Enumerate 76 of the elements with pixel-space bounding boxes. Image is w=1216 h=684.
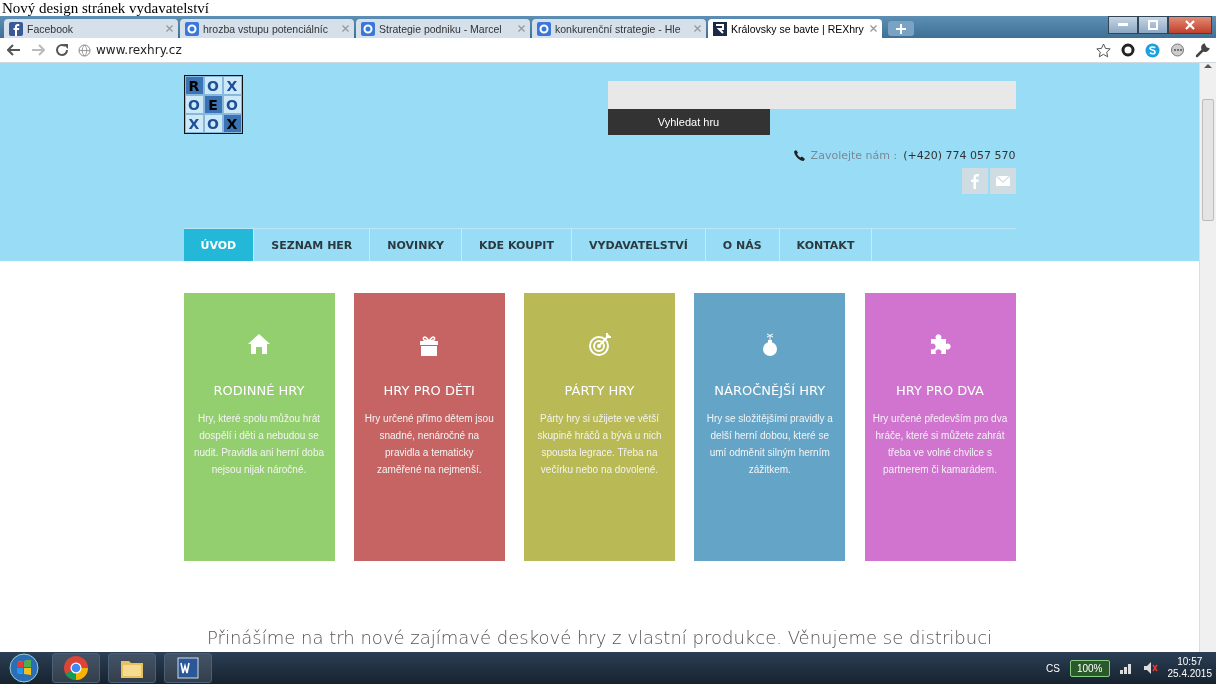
google-icon	[185, 21, 199, 36]
word-taskbar-button[interactable]	[164, 653, 212, 683]
address-bar[interactable]: www.rexhry.cz	[78, 40, 1088, 60]
house-icon	[246, 331, 272, 357]
maximize-button[interactable]	[1138, 16, 1168, 34]
search-field[interactable]	[607, 81, 1016, 109]
network-icon[interactable]	[1119, 662, 1134, 674]
site-icon	[713, 21, 727, 36]
facebook-icon	[970, 173, 979, 189]
nav-item[interactable]: O NÁS	[705, 229, 780, 261]
chat-bubble-icon[interactable]	[1170, 42, 1185, 58]
logo-tile[interactable]: R	[184, 76, 204, 95]
target-icon	[586, 331, 613, 357]
close-icon[interactable]	[870, 25, 877, 32]
envelope-icon	[995, 176, 1010, 186]
minimize-button[interactable]	[1108, 16, 1138, 34]
nav-item[interactable]: KONTAKT	[779, 229, 873, 261]
google-icon	[537, 21, 551, 36]
facebook-icon	[9, 21, 23, 36]
phone-number: (+420) 774 057 570	[903, 149, 1016, 162]
volume-icon[interactable]	[1143, 662, 1158, 674]
logo-tile[interactable]: X	[184, 114, 204, 133]
category-description: Hry se složitějšími pravidly a delší herní dobou, které se umí odměnit silným herním zážitkem.	[705, 412, 834, 477]
nav-item[interactable]: KDE KOUPIT	[461, 229, 572, 261]
category-description: Hry, které spolu můžou hrát dospělí i děti a nebudou se nudit. Pravidla ani herní doba nejsou nijak náročné.	[192, 412, 326, 477]
clock[interactable]: 10:57 25.4.2015	[1167, 656, 1212, 680]
search-button[interactable]: Vyhledat hru	[607, 109, 770, 135]
browser-tab[interactable]: hrozba vstupu potenciálníc	[180, 19, 354, 38]
tab-title: hrozba vstupu potenciálníc	[203, 22, 329, 35]
skype-icon[interactable]	[1145, 42, 1160, 58]
google-icon	[361, 21, 375, 36]
bookmark-star-icon[interactable]	[1096, 42, 1111, 58]
category-description: Párty hry si užijete ve větší skupině hráčů a bývá u nich spousta legrace. Třeba na večírku nebo na dovolené.	[536, 412, 663, 477]
globe-icon	[78, 43, 91, 57]
browser-tab[interactable]: Facebook	[4, 19, 178, 38]
browser-tab[interactable]: Královsky se bavte | REXhry	[708, 19, 882, 38]
category-description: Hry určené především pro dva hráče, které si můžete zahrát třeba ve volné chvilce s partnerem či kamarádem.	[872, 412, 1008, 477]
phone-icon	[793, 150, 805, 161]
wrench-icon[interactable]	[1195, 42, 1210, 58]
ring-icon[interactable]	[1121, 43, 1135, 57]
language-indicator[interactable]: CS	[1046, 662, 1060, 674]
folder-taskbar-button[interactable]	[108, 653, 156, 683]
reload-button[interactable]	[54, 42, 70, 58]
tab-title: Strategie podniku - Marcel	[379, 22, 503, 35]
browser-tab[interactable]: Strategie podniku - Marcel	[356, 19, 530, 38]
category-title: NÁROČNĚJŠÍ HRY	[714, 383, 826, 398]
chrome-icon	[63, 655, 89, 681]
category-title: HRY PRO DĚTI	[383, 383, 475, 398]
maximize-icon	[1148, 20, 1158, 30]
tab-title: konkurenční strategie - Hle	[555, 22, 682, 35]
new-tab-button[interactable]	[888, 21, 914, 36]
plus-icon	[896, 23, 906, 34]
category-title: HRY PRO DVA	[896, 383, 984, 398]
browser-tab[interactable]: konkurenční strategie - Hle	[532, 19, 706, 38]
close-button[interactable]	[1168, 16, 1212, 34]
back-button[interactable]	[6, 42, 22, 58]
logo-tile[interactable]: O	[184, 95, 204, 114]
windows-logo-icon	[9, 653, 39, 683]
intro-text: Přinášíme na trh nové zajímavé deskové hry z vlastní produkce. Věnujeme se distribuci	[205, 627, 994, 648]
chrome-taskbar-button[interactable]	[52, 653, 100, 683]
tab-title: Facebook	[27, 22, 75, 35]
nav-item[interactable]: NOVINKY	[370, 229, 462, 261]
category-title: RODINNÉ HRY	[213, 383, 305, 398]
nav-item[interactable]: VYDAVATELSTVÍ	[571, 229, 706, 261]
close-icon	[1185, 20, 1195, 30]
battery-indicator[interactable]: 100%	[1069, 659, 1110, 677]
category-title: PÁRTY HRY	[564, 383, 635, 398]
category-card[interactable]: HRY PRO DĚTI Hry určené přímo dětem jsou snadné, nenáročné na pravidla a tematicky zaměřené na nejmenší.	[353, 293, 505, 561]
scrollbar[interactable]	[1199, 63, 1216, 652]
word-icon	[176, 656, 200, 680]
minimize-icon	[1118, 23, 1128, 27]
nav-item[interactable]: SEZNAM HER	[254, 229, 371, 261]
category-description: Hry určené přímo dětem jsou snadné, nenáročné na pravidla a tematicky zaměřené na nejmenší.	[363, 412, 495, 477]
tab-title: Královsky se bavte | REXhry	[731, 22, 865, 35]
scroll-thumb[interactable]	[1202, 99, 1214, 221]
phone-label: Zavolejte nám :	[810, 149, 898, 162]
